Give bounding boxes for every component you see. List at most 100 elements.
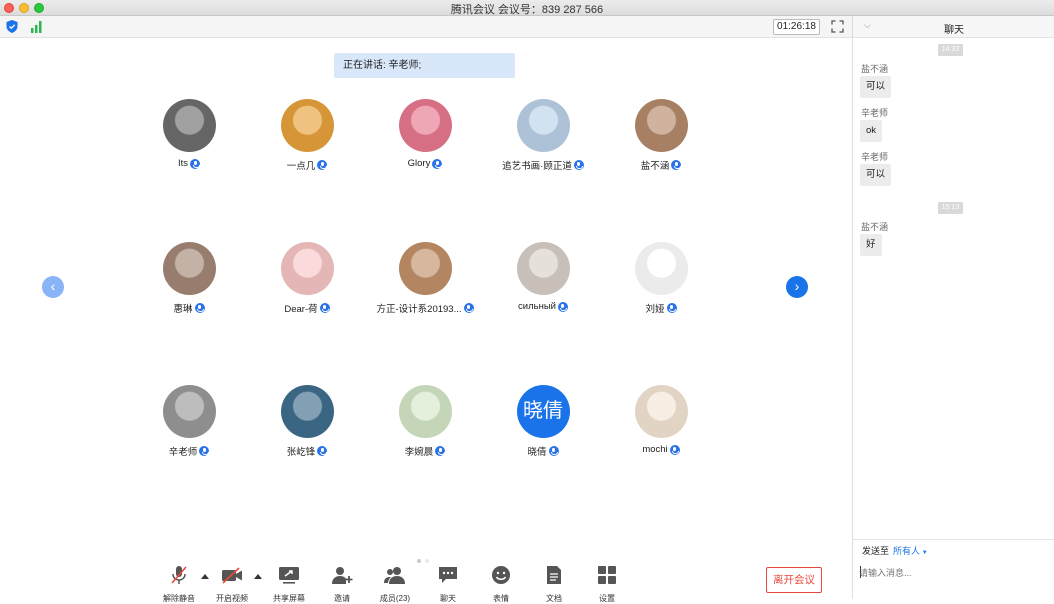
participant-tile[interactable]: 张屹锋 (252, 385, 362, 458)
participant-name-row: 惠琳 (134, 301, 244, 315)
send-to-selector[interactable]: 发送至 所有人 ▼ (862, 544, 928, 557)
avatar (280, 242, 334, 295)
avatar (280, 99, 334, 152)
send-to-target[interactable]: 所有人 (893, 546, 920, 556)
chat-message-bubble[interactable]: 可以 (860, 76, 892, 98)
participant-name: 盐不涵 (640, 161, 670, 172)
participant-tile[interactable]: 李婉晨 (370, 385, 480, 458)
chat-bubble-icon (439, 567, 457, 583)
share-screen-button[interactable]: 共享屏幕 (267, 565, 311, 604)
microphone-icon (319, 303, 330, 313)
participant-name: 追艺书画·顾正道 (502, 161, 572, 172)
signal-icon[interactable] (30, 20, 44, 33)
participant-tile[interactable]: 盐不涵 (606, 99, 716, 172)
window-title: 腾讯会议 会议号：839 287 566 (450, 4, 604, 16)
members-icon (384, 567, 405, 584)
send-to-label: 发送至 (862, 546, 890, 556)
participant-name-row: 辛老师 (134, 444, 244, 458)
caret-down-icon[interactable]: ▼ (920, 550, 928, 556)
participant-tile[interactable]: 惠琳 (134, 242, 244, 315)
participant-name: Dear-荷 (284, 304, 318, 315)
participant-tile[interactable]: 刘娅 (606, 242, 716, 315)
microphone-icon (557, 301, 568, 312)
participant-name: 辛老师 (168, 447, 198, 458)
participant-name-row: 李婉晨 (370, 444, 480, 458)
microphone-icon (671, 160, 682, 170)
participant-name-row: 盐不涵 (606, 158, 716, 172)
video-options-caret[interactable] (254, 574, 262, 579)
meeting-info-bar: 01:26:18 (0, 16, 852, 38)
participant-name: 张屹锋 (286, 447, 316, 458)
participant-tile[interactable]: сильный (488, 242, 598, 312)
chat-header: ⌵ 聊天 (853, 16, 1054, 38)
chat-button[interactable]: 聊天 (426, 565, 470, 604)
chat-message-bubble[interactable]: 好 (860, 234, 882, 256)
chat-timestamp: 14:33 (938, 44, 963, 56)
participant-name: 一点几 (286, 161, 316, 172)
share-screen-icon (279, 567, 299, 584)
participant-tile[interactable]: Glory (370, 99, 480, 169)
participant-tile[interactable]: 一点几 (252, 99, 362, 172)
participant-tile[interactable]: 辛老师 (134, 385, 244, 458)
participant-name: mochi (642, 444, 668, 455)
microphone-icon (432, 158, 443, 169)
participant-name: сильный (518, 301, 556, 312)
avatar (634, 99, 688, 152)
video-off-icon (222, 567, 242, 584)
audio-options-caret[interactable] (201, 574, 209, 579)
participant-name-row: Dear-荷 (252, 301, 362, 315)
participant-name-row: 一点几 (252, 158, 362, 172)
participant-tile[interactable]: 方正-设计系20193... (370, 242, 480, 315)
avatar: 晓倩 (516, 385, 570, 438)
unmute-button[interactable]: 解除静音 (157, 565, 201, 604)
grid-settings-icon (598, 566, 616, 584)
settings-button[interactable]: 设置 (585, 565, 629, 604)
participant-name-row: 方正-设计系20193... (370, 301, 480, 315)
participant-name: Its (177, 158, 189, 169)
microphone-icon (669, 444, 680, 455)
participant-tile[interactable]: Its (134, 99, 244, 169)
chat-message-bubble[interactable]: 可以 (860, 164, 892, 186)
start-video-button[interactable]: 开启视频 (210, 565, 254, 604)
chat-composer: 发送至 所有人 ▼ (853, 539, 1054, 599)
document-icon (547, 566, 561, 584)
microphone-icon (199, 446, 210, 456)
microphone-icon (666, 303, 677, 313)
chat-message-bubble[interactable]: ok (860, 120, 883, 142)
chat-timestamp: 15:13 (938, 202, 963, 214)
microphone-icon (573, 160, 584, 170)
add-person-icon (332, 567, 353, 584)
participant-tile[interactable]: 晓倩 晓倩 (488, 385, 598, 458)
chat-sender: 辛老师 (861, 152, 889, 162)
participant-name-row: 张屹锋 (252, 444, 362, 458)
fullscreen-icon[interactable] (831, 20, 844, 33)
participant-tile[interactable]: Dear-荷 (252, 242, 362, 315)
microphone-icon (463, 303, 474, 313)
participant-name: 李婉晨 (404, 447, 434, 458)
participant-name: 晓倩 (527, 447, 547, 458)
leave-meeting-button[interactable]: 离开会议 (766, 567, 822, 593)
microphone-icon (317, 160, 328, 170)
muted-microphone-icon (171, 566, 187, 584)
documents-button[interactable]: 文档 (532, 565, 576, 604)
participant-tile[interactable]: mochi (606, 385, 716, 455)
meeting-timer: 01:26:18 (773, 19, 820, 35)
chat-panel: ⌵ 聊天 14:33 盐不涵 可以 辛老师 ok 辛老师 可以 15:13 盐不涵好 发送至 所有… (852, 16, 1054, 599)
avatar (634, 385, 688, 438)
participant-tile[interactable]: 追艺书画·顾正道 (488, 99, 598, 172)
next-page-button[interactable]: › (786, 276, 808, 298)
invite-button[interactable]: 邀请 (320, 565, 364, 604)
avatar (162, 385, 216, 438)
participant-name: 惠琳 (173, 304, 193, 315)
participant-name: 刘娅 (645, 304, 665, 315)
reactions-button[interactable]: 表情 (479, 565, 523, 604)
previous-page-button[interactable]: ‹ (42, 276, 64, 298)
message-input[interactable] (859, 562, 1049, 584)
participant-name-row: сильный (488, 301, 598, 312)
shield-icon[interactable] (6, 20, 18, 33)
chat-messages[interactable]: 14:33 盐不涵 可以 辛老师 ok 辛老师 可以 15:13 盐不涵好 (853, 38, 1054, 538)
microphone-icon (190, 158, 201, 169)
avatar (634, 242, 688, 295)
avatar (398, 99, 452, 152)
members-button[interactable]: 成员(23) (373, 565, 417, 604)
